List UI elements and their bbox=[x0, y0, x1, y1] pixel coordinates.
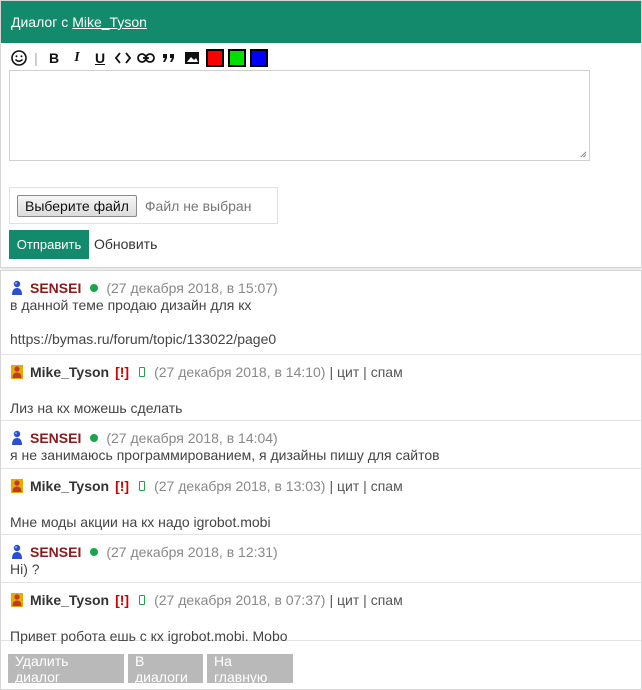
message-header: SENSEI (27 декабря 2018, в 14:04) bbox=[10, 429, 632, 447]
quote-icon[interactable] bbox=[160, 49, 178, 67]
message-time: (27 декабря 2018, в 13:03) bbox=[154, 478, 326, 494]
mobile-status-icon bbox=[139, 367, 146, 377]
message-item: Mike_Tyson [!] (27 декабря 2018, в 07:37) |… bbox=[1, 583, 641, 644]
message-item: SENSEI (27 декабря 2018, в 15:07) в данной… bbox=[1, 271, 641, 355]
message-item: Mike_Tyson [!] (27 декабря 2018, в 13:03) |… bbox=[1, 469, 641, 535]
online-status-icon bbox=[90, 434, 99, 442]
underline-icon[interactable]: U bbox=[91, 49, 109, 67]
message-actions: | цит | спам bbox=[329, 478, 403, 494]
refresh-link[interactable]: Обновить bbox=[94, 236, 157, 252]
compose-panel: Диалог с Mike_Tyson | B I U Выберите фай… bbox=[0, 0, 642, 268]
color-green-swatch[interactable] bbox=[228, 49, 246, 67]
online-status-icon bbox=[90, 284, 99, 292]
spam-link[interactable]: спам bbox=[371, 364, 403, 380]
dialogs-button[interactable]: В диалоги bbox=[128, 653, 203, 685]
code-icon[interactable] bbox=[114, 49, 132, 67]
resize-grip-icon[interactable] bbox=[579, 150, 587, 158]
author-name[interactable]: Mike_Tyson bbox=[30, 478, 109, 494]
message-text bbox=[10, 495, 632, 514]
author-name[interactable]: SENSEI bbox=[30, 430, 81, 446]
user-gold-icon bbox=[11, 479, 23, 493]
user-blue-icon bbox=[12, 280, 22, 295]
user-gold-icon bbox=[11, 365, 23, 379]
format-toolbar: | B I U bbox=[10, 48, 272, 68]
footer-actions: Удалить диалог В диалоги На главную bbox=[8, 653, 297, 685]
report-flag[interactable]: [!] bbox=[115, 478, 129, 494]
message-item: Mike_Tyson [!] (27 декабря 2018, в 14:10) |… bbox=[1, 355, 641, 421]
message-text bbox=[10, 609, 632, 628]
link-icon[interactable] bbox=[137, 49, 155, 67]
quote-link[interactable]: цит bbox=[337, 364, 359, 380]
message-time: (27 декабря 2018, в 12:31) bbox=[106, 544, 278, 560]
message-header: SENSEI (27 декабря 2018, в 12:31) bbox=[10, 543, 632, 561]
message-text: в данной теме продаю дизайн для кх bbox=[10, 297, 252, 313]
smile-icon[interactable] bbox=[10, 49, 28, 67]
image-icon[interactable] bbox=[183, 49, 201, 67]
message-item: SENSEI (27 декабря 2018, в 14:04) я не зан… bbox=[1, 421, 641, 469]
message-time: (27 декабря 2018, в 14:10) bbox=[154, 364, 326, 380]
message-textarea[interactable] bbox=[9, 70, 590, 161]
message-actions: | цит | спам bbox=[329, 364, 403, 380]
mobile-status-icon bbox=[139, 595, 146, 605]
color-blue-swatch[interactable] bbox=[250, 49, 268, 67]
user-blue-icon bbox=[12, 430, 22, 445]
message-text: Привет робота ешь с кх igrobot.mobi. Mob… bbox=[10, 628, 288, 644]
message-list: SENSEI (27 декабря 2018, в 15:07) в данной… bbox=[0, 270, 642, 690]
author-name[interactable]: SENSEI bbox=[30, 544, 81, 560]
spam-link[interactable]: спам bbox=[371, 592, 403, 608]
message-actions: | цит | спам bbox=[329, 592, 403, 608]
choose-file-button[interactable]: Выберите файл bbox=[17, 194, 137, 217]
send-button[interactable]: Отправить bbox=[9, 230, 89, 259]
bold-icon[interactable]: B bbox=[45, 49, 63, 67]
file-status: Файл не выбран bbox=[144, 197, 252, 214]
message-text: Мне моды акции на кх надо igrobot.mobi bbox=[10, 514, 271, 530]
italic-icon[interactable]: I bbox=[68, 49, 86, 67]
message-header: Mike_Tyson [!] (27 декабря 2018, в 14:10) |… bbox=[10, 363, 632, 381]
message-header: Mike_Tyson [!] (27 декабря 2018, в 13:03) |… bbox=[10, 477, 632, 495]
mobile-status-icon bbox=[139, 481, 146, 491]
message-header: Mike_Tyson [!] (27 декабря 2018, в 07:37) |… bbox=[10, 591, 632, 609]
author-name[interactable]: SENSEI bbox=[30, 280, 81, 296]
toolbar-separator: | bbox=[34, 50, 38, 66]
message-text bbox=[10, 381, 632, 400]
message-time: (27 декабря 2018, в 07:37) bbox=[154, 592, 326, 608]
file-picker: Выберите файл Файл не выбран bbox=[9, 187, 278, 224]
header-prefix: Диалог с bbox=[11, 14, 69, 30]
user-blue-icon bbox=[12, 544, 22, 559]
message-item: SENSEI (27 декабря 2018, в 12:31) Hi) ? bbox=[1, 535, 641, 583]
online-status-icon bbox=[90, 548, 99, 556]
dialog-header: Диалог с Mike_Tyson bbox=[1, 1, 641, 43]
message-time: (27 декабря 2018, в 14:04) bbox=[106, 430, 278, 446]
message-text: я не занимаюсь программированием, я диза… bbox=[10, 447, 440, 463]
message-text: Hi) ? bbox=[10, 561, 40, 577]
color-red-swatch[interactable] bbox=[206, 49, 224, 67]
spam-link[interactable]: спам bbox=[371, 478, 403, 494]
report-flag[interactable]: [!] bbox=[115, 364, 129, 380]
message-header: SENSEI (27 декабря 2018, в 15:07) bbox=[10, 279, 632, 297]
message-text bbox=[10, 314, 632, 331]
quote-link[interactable]: цит bbox=[337, 478, 359, 494]
author-name[interactable]: Mike_Tyson bbox=[30, 592, 109, 608]
message-text[interactable]: https://bymas.ru/forum/topic/133022/page… bbox=[10, 331, 632, 348]
header-username-link[interactable]: Mike_Tyson bbox=[72, 14, 147, 30]
delete-dialog-button[interactable]: Удалить диалог bbox=[8, 653, 124, 685]
quote-link[interactable]: цит bbox=[337, 592, 359, 608]
user-gold-icon bbox=[11, 593, 23, 607]
author-name[interactable]: Mike_Tyson bbox=[30, 364, 109, 380]
home-button[interactable]: На главную bbox=[207, 653, 293, 685]
message-text: Лиз на кх можешь сделать bbox=[10, 400, 183, 416]
message-time: (27 декабря 2018, в 15:07) bbox=[106, 280, 278, 296]
report-flag[interactable]: [!] bbox=[115, 592, 129, 608]
